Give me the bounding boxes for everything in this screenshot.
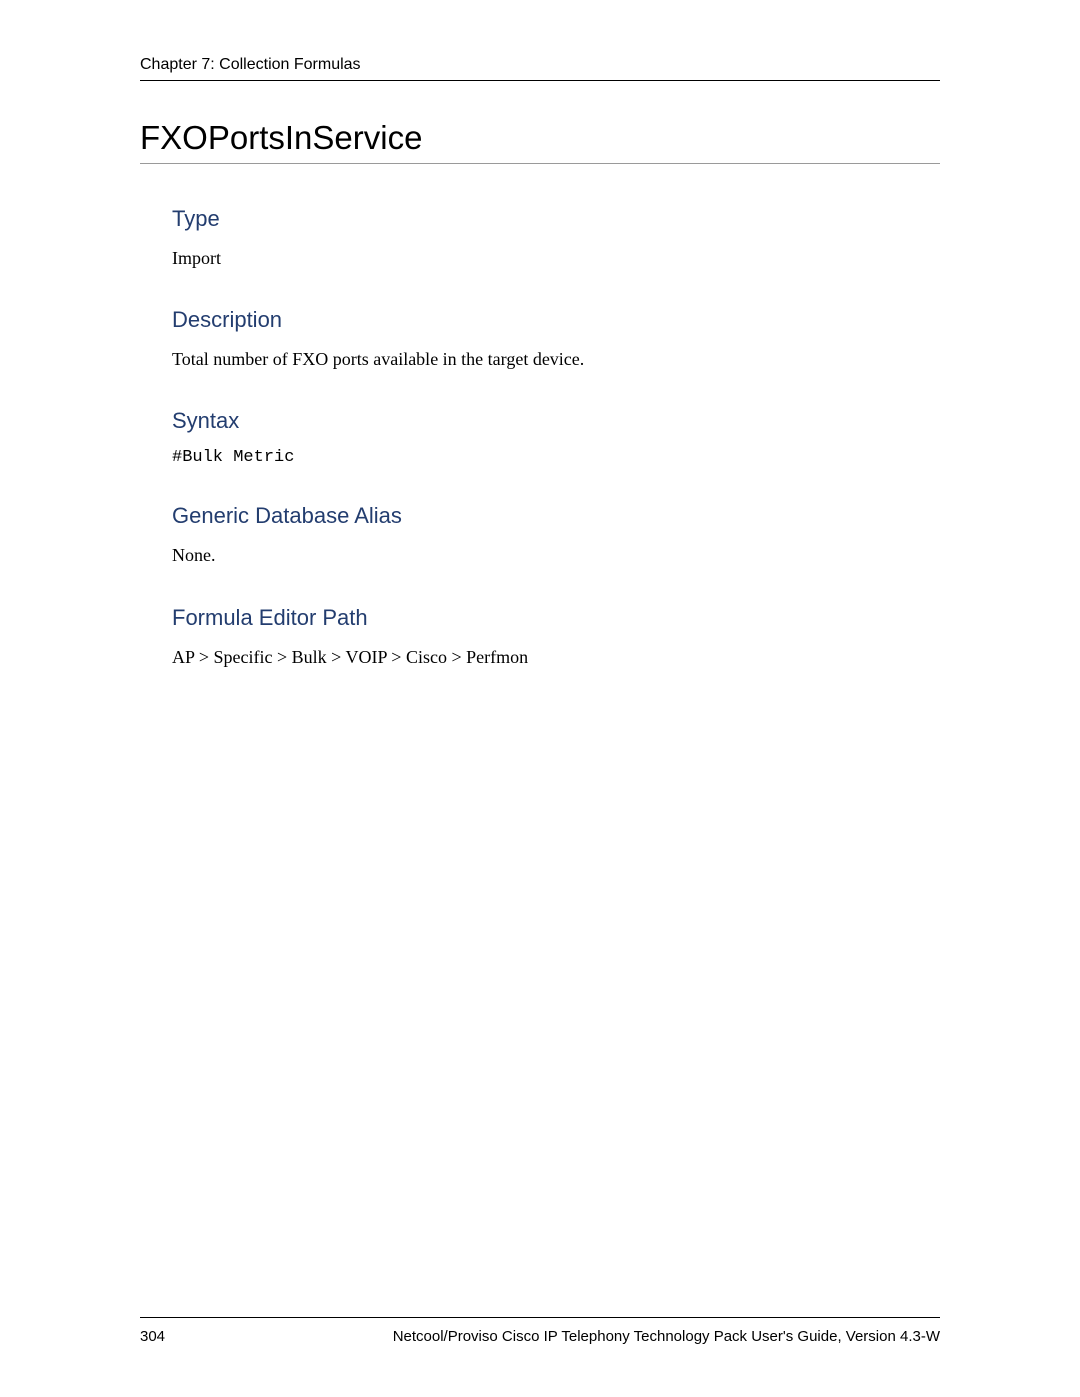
section-heading-syntax: Syntax xyxy=(172,408,940,434)
page-title: FXOPortsInService xyxy=(140,119,940,164)
path-value: AP > Specific > Bulk > VOIP > Cisco > Pe… xyxy=(172,645,940,670)
page-number: 304 xyxy=(140,1328,165,1345)
type-value: Import xyxy=(172,246,940,271)
page-header: Chapter 7: Collection Formulas xyxy=(140,56,940,81)
section-heading-type: Type xyxy=(172,206,940,232)
doc-title: Netcool/Proviso Cisco IP Telephony Techn… xyxy=(393,1328,940,1345)
section-heading-description: Description xyxy=(172,307,940,333)
alias-value: None. xyxy=(172,543,940,568)
document-page: Chapter 7: Collection Formulas FXOPortsI… xyxy=(0,0,1080,1397)
page-footer: 304 Netcool/Proviso Cisco IP Telephony T… xyxy=(140,1317,940,1345)
content-block: Type Import Description Total number of … xyxy=(140,206,940,670)
footer-row: 304 Netcool/Proviso Cisco IP Telephony T… xyxy=(140,1328,940,1345)
description-value: Total number of FXO ports available in t… xyxy=(172,347,940,372)
syntax-value: #Bulk Metric xyxy=(172,448,940,467)
section-heading-path: Formula Editor Path xyxy=(172,605,940,631)
chapter-label: Chapter 7: Collection Formulas xyxy=(140,56,361,73)
section-heading-alias: Generic Database Alias xyxy=(172,503,940,529)
